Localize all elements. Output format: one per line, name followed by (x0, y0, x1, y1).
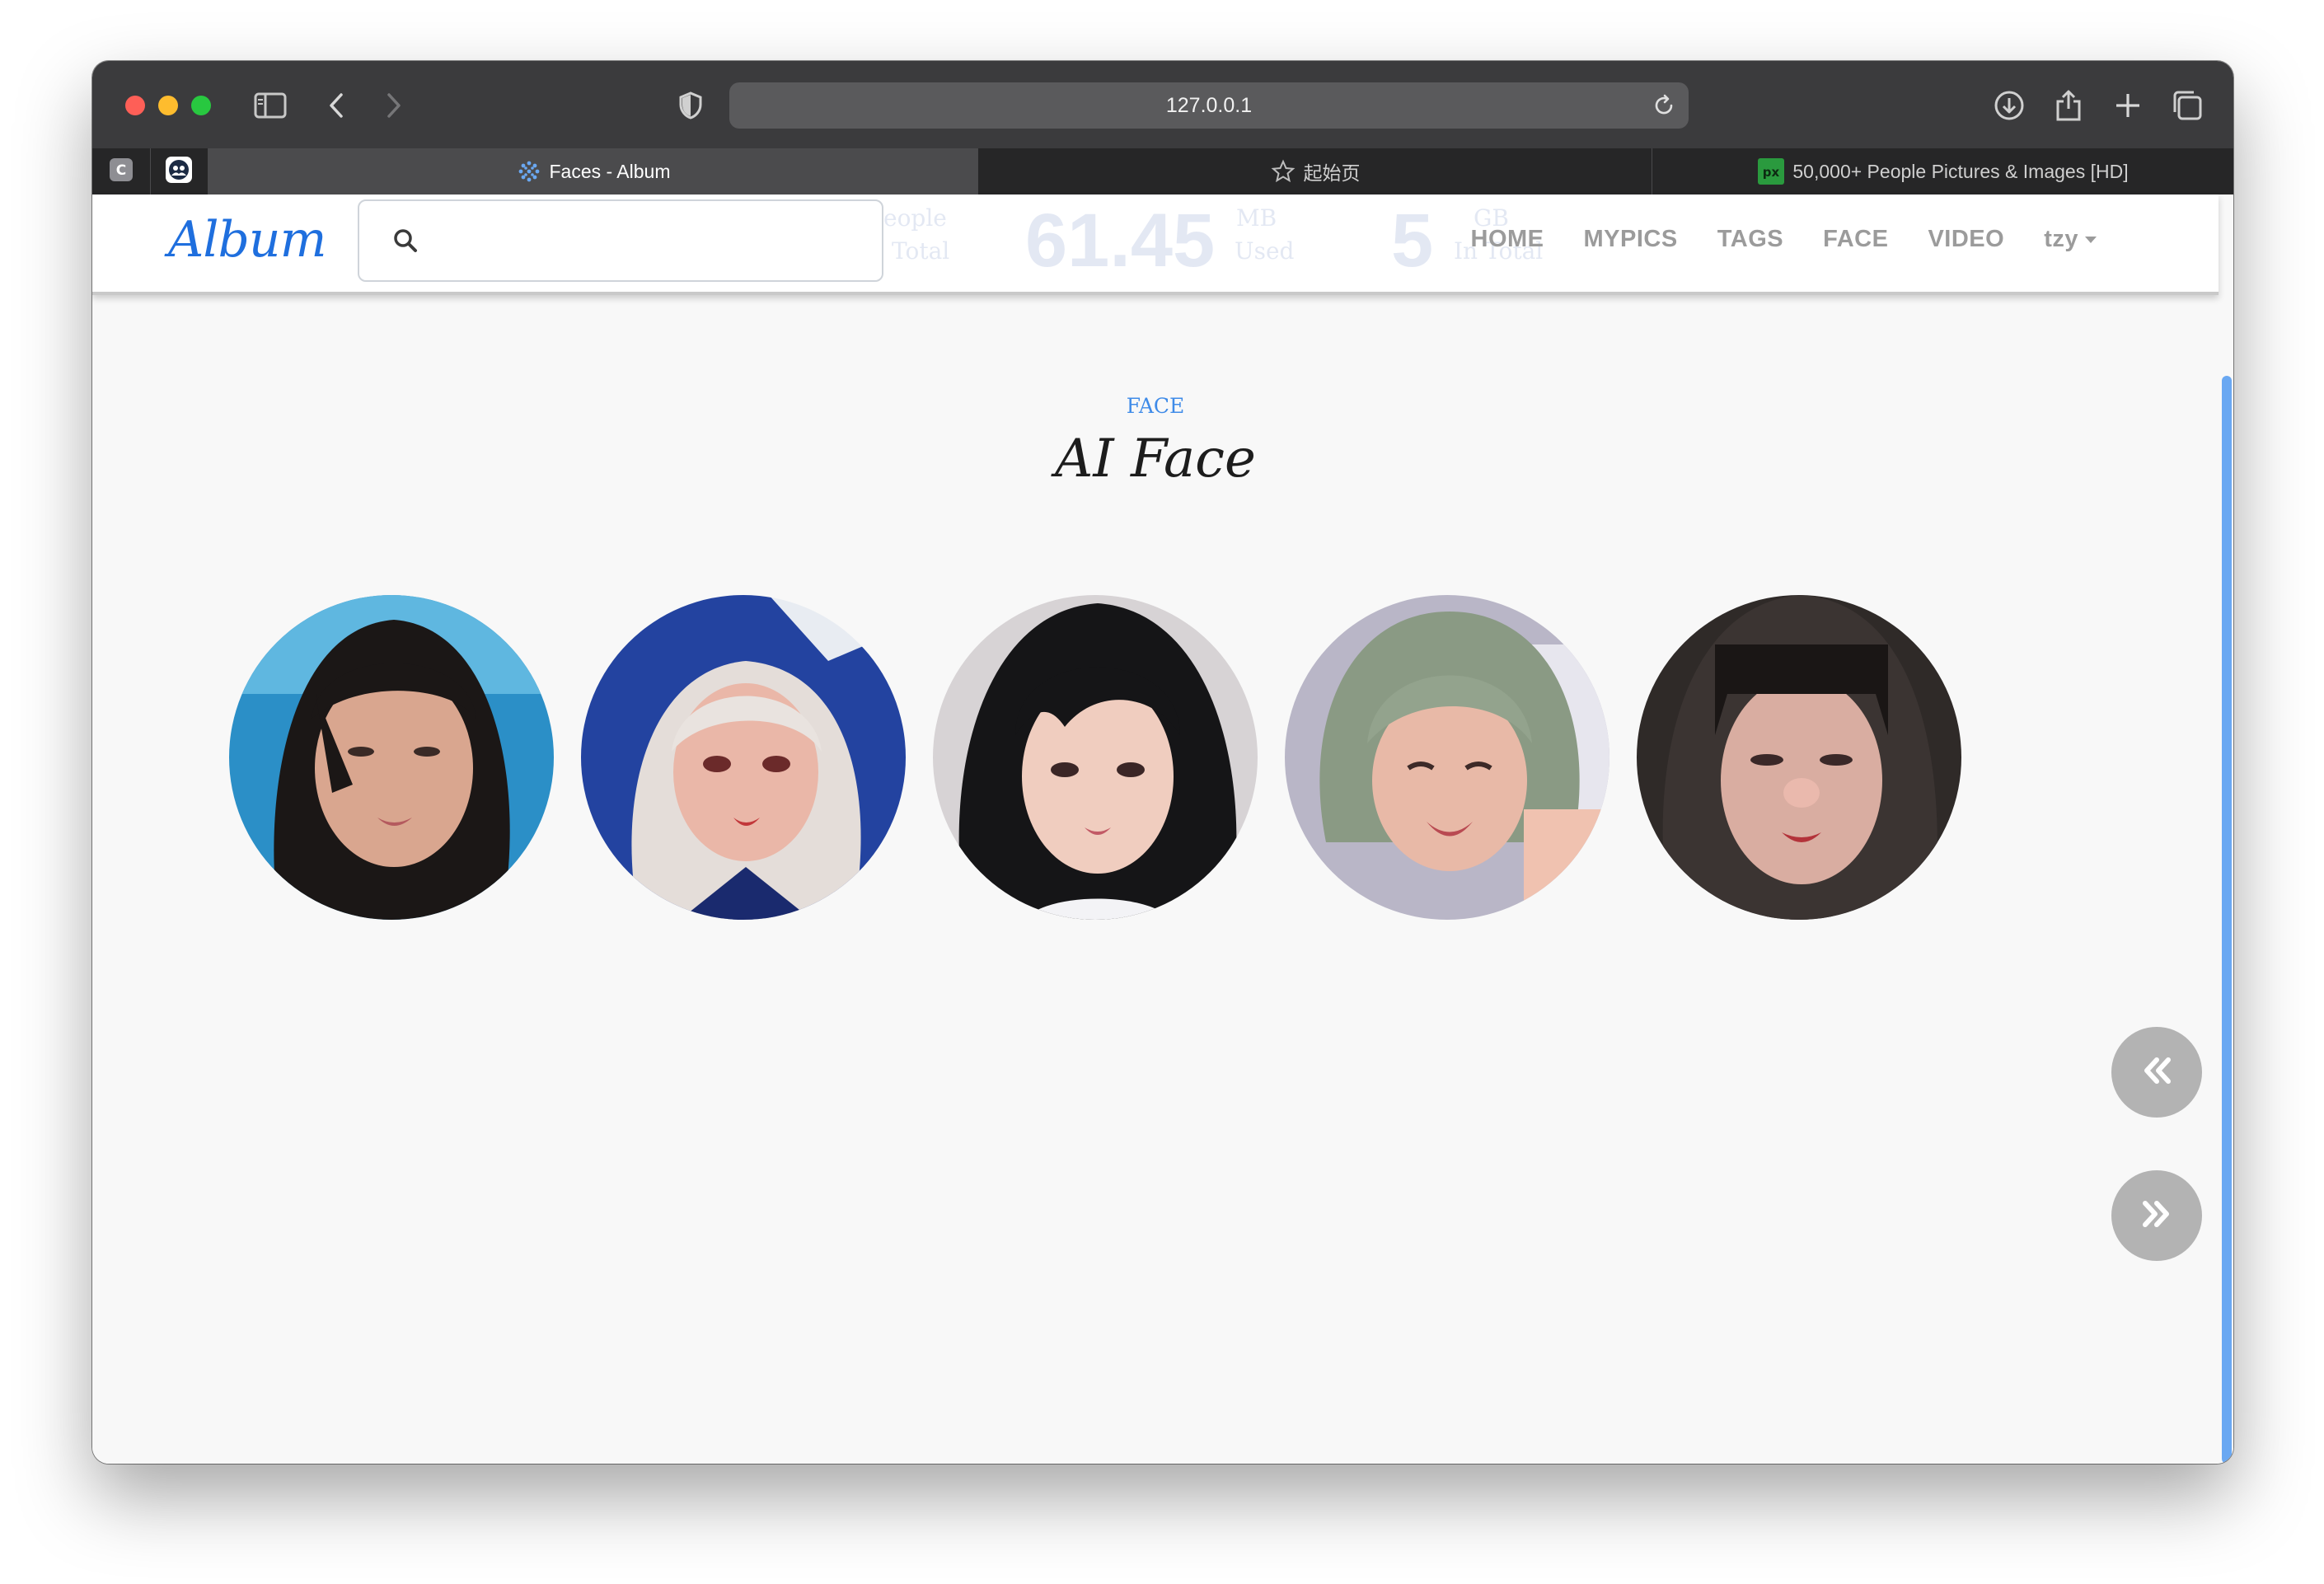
page-scrollbar[interactable] (2222, 376, 2232, 1464)
double-chevron-left-icon (2139, 1056, 2175, 1090)
nav-face[interactable]: FACE (1823, 226, 1888, 253)
face-thumbnail-2[interactable] (581, 595, 906, 920)
nav-tags[interactable]: TAGS (1717, 226, 1783, 253)
ghost-size-used: Used (1235, 237, 1295, 265)
star-icon (1271, 159, 1296, 184)
face-thumbnail-5[interactable] (1637, 595, 1961, 920)
nav-video[interactable]: VIDEO (1928, 226, 2004, 253)
tab-bar: C Faces - Album 起始页 px 50,000+ People Pi… (92, 148, 2233, 194)
next-page-button[interactable] (2111, 1170, 2202, 1261)
close-window-button[interactable] (125, 96, 145, 115)
c-app-icon: C (109, 157, 134, 186)
tab-title: Faces - Album (549, 160, 671, 182)
brand-logo[interactable]: Album (168, 211, 326, 269)
face-thumbnail-3[interactable] (933, 595, 1258, 920)
ghost-size-unit: MB (1236, 204, 1277, 232)
album-favicon (517, 159, 541, 184)
prev-page-button[interactable] (2111, 1027, 2202, 1118)
nav-links: HOME MYPICS TAGS FACE VIDEO tzy (1471, 226, 2097, 253)
section-label: FACE (1126, 394, 1185, 418)
address-bar[interactable]: 127.0.0.1 (729, 82, 1689, 129)
search-icon (391, 226, 420, 255)
nav-mypics[interactable]: MYPICS (1584, 226, 1678, 253)
tab-people-pictures[interactable]: px 50,000+ People Pictures & Images [HD] (1652, 148, 2233, 194)
user-name: tzy (2044, 226, 2078, 252)
minimize-window-button[interactable] (158, 96, 178, 115)
double-chevron-right-icon (2139, 1199, 2175, 1233)
pinned-tab-people[interactable] (150, 148, 209, 194)
user-dropdown[interactable]: tzy (2044, 226, 2097, 253)
face-thumbnail-4[interactable] (1285, 595, 1609, 920)
tab-title: 起始页 (1303, 162, 1361, 184)
people-app-icon (165, 156, 193, 188)
px-favicon: px (1758, 158, 1785, 185)
download-icon[interactable] (1991, 87, 2027, 124)
page-title: AI Face (1055, 429, 1256, 490)
face-thumbnail-1[interactable] (229, 595, 554, 920)
sidebar-toggle-icon[interactable] (252, 87, 288, 124)
nav-home[interactable]: HOME (1471, 226, 1544, 253)
maximize-window-button[interactable] (191, 96, 211, 115)
reload-icon[interactable] (1651, 92, 1677, 119)
new-tab-icon[interactable] (2110, 87, 2146, 124)
caret-down-icon (2085, 236, 2097, 243)
tab-overview-icon[interactable] (2169, 87, 2205, 124)
svg-text:C: C (116, 162, 126, 179)
ghost-people-label: eople (883, 204, 947, 232)
tab-start-page[interactable]: 起始页 (977, 148, 1652, 194)
browser-toolbar: 127.0.0.1 (92, 61, 2233, 148)
ghost-people-total: Total (892, 237, 950, 265)
forward-icon[interactable] (376, 87, 412, 124)
browser-window: 127.0.0.1 C Faces - Album 起始页 px 50,000+… (92, 61, 2233, 1464)
back-icon[interactable] (318, 87, 354, 124)
share-icon[interactable] (2050, 87, 2087, 124)
web-page: Album eople Total 61.45 MB Used 5 GB In … (92, 194, 2233, 1464)
tab-faces-album[interactable]: Faces - Album (208, 148, 978, 194)
svg-text:px: px (1763, 165, 1780, 180)
tab-title: 50,000+ People Pictures & Images [HD] (1792, 160, 2129, 182)
pinned-tab-c[interactable]: C (92, 148, 151, 194)
url-text: 127.0.0.1 (1165, 93, 1253, 117)
privacy-shield-icon[interactable] (672, 87, 709, 124)
ghost-count-value: 5 (1391, 199, 1434, 283)
search-input[interactable] (358, 199, 883, 282)
ghost-size-value: 61.45 (1025, 199, 1216, 283)
site-navbar: Album eople Total 61.45 MB Used 5 GB In … (92, 194, 2219, 295)
